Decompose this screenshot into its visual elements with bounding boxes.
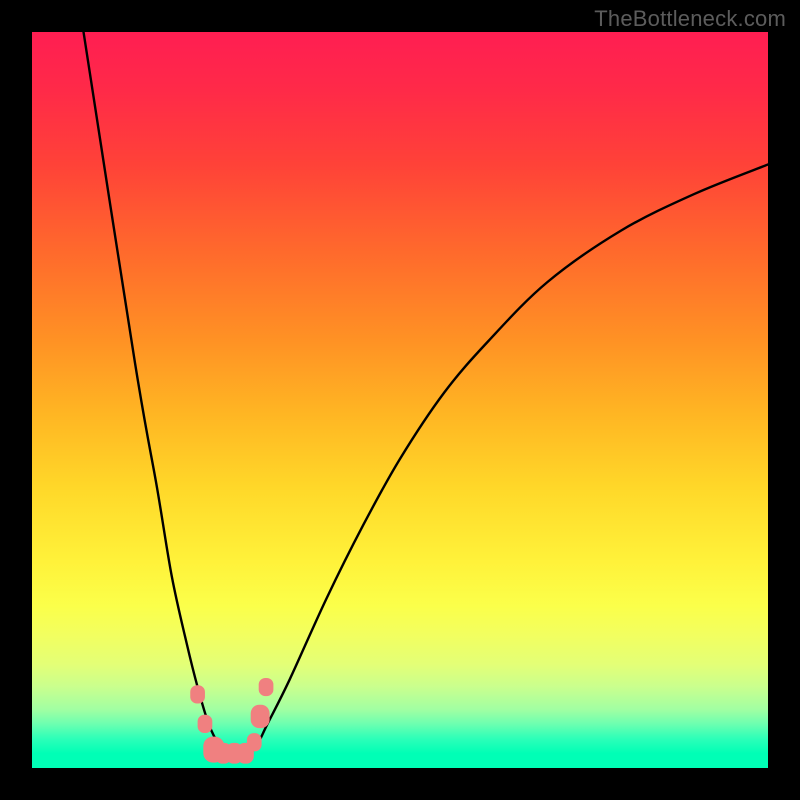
curve-marker — [251, 705, 270, 728]
curve-marker — [198, 715, 213, 733]
curve-marker — [215, 743, 232, 764]
curve-marker — [247, 733, 262, 751]
curve-marker — [190, 685, 205, 703]
watermark-text: TheBottleneck.com — [594, 6, 786, 32]
curve-marker — [203, 737, 224, 763]
chart-frame: TheBottleneck.com — [0, 0, 800, 800]
bottleneck-curve — [84, 32, 768, 758]
curve-marker — [226, 743, 243, 764]
curve-svg — [32, 32, 768, 768]
curve-markers — [190, 678, 273, 764]
plot-area — [32, 32, 768, 768]
curve-marker — [237, 743, 254, 764]
curve-marker — [259, 678, 274, 696]
